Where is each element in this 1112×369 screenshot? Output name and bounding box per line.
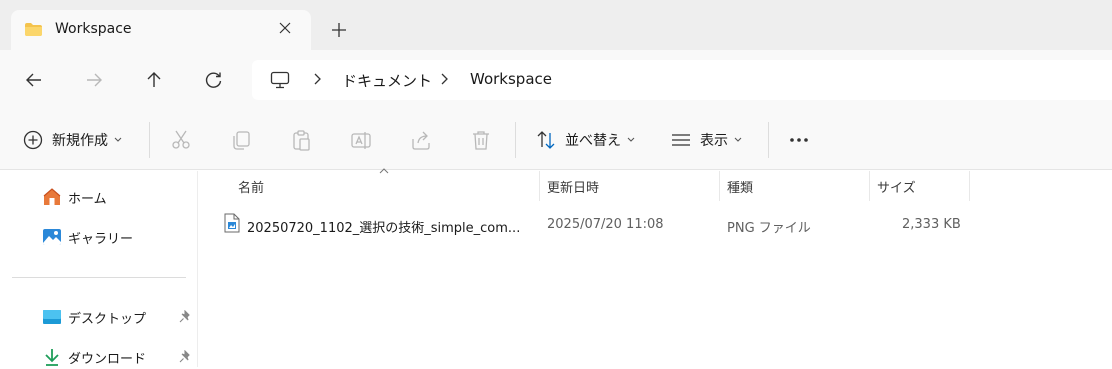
pin-icon[interactable] (178, 350, 192, 364)
file-row[interactable]: 20250720_1102_選択の技術_simple_com... 2025/0… (199, 209, 1112, 243)
column-divider[interactable] (539, 171, 540, 201)
sort-button[interactable]: 並べ替え (535, 128, 635, 152)
command-bar: 新規作成 並べ替え 表示 (0, 110, 1112, 170)
sidebar-item-desktop[interactable]: デスクトップ (42, 305, 146, 329)
sidebar-item-gallery[interactable]: ギャラリー (42, 225, 133, 249)
navigation-pane: ホーム ギャラリー デスクトップ ダウンロード (0, 171, 198, 367)
pin-icon[interactable] (178, 310, 192, 324)
share-icon[interactable] (410, 129, 432, 151)
arrow-right-icon[interactable] (84, 70, 104, 90)
new-button-label: 新規作成 (52, 133, 108, 149)
file-modified: 2025/07/20 11:08 (547, 217, 664, 232)
file-list: 名前 更新日時 種類 サイズ 20250720_1102_選択の技術_simpl… (199, 168, 1112, 367)
sort-icon (537, 131, 555, 149)
add-circle-icon (23, 130, 43, 150)
cut-icon[interactable] (170, 129, 192, 151)
toolbar-divider (515, 122, 516, 158)
breadcrumb-workspace[interactable]: Workspace (470, 70, 552, 88)
plus-icon[interactable] (330, 21, 348, 39)
close-icon[interactable] (277, 20, 293, 36)
chevron-down-icon (627, 137, 635, 142)
png-file-icon (224, 213, 240, 233)
this-pc-icon[interactable] (270, 71, 290, 89)
sort-button-label: 並べ替え (565, 133, 621, 149)
toolbar-divider (768, 122, 769, 158)
refresh-icon[interactable] (204, 70, 224, 90)
tab-workspace[interactable]: Workspace (11, 10, 311, 50)
column-header-modified[interactable]: 更新日時 (547, 171, 599, 201)
copy-icon[interactable] (230, 129, 252, 151)
arrow-up-icon[interactable] (144, 70, 164, 90)
chevron-down-icon (114, 137, 122, 142)
sidebar-item-home[interactable]: ホーム (42, 185, 107, 209)
more-icon[interactable] (788, 129, 810, 151)
sidebar-item-downloads[interactable]: ダウンロード (42, 345, 146, 369)
sidebar-item-label: ギャラリー (68, 231, 134, 247)
paste-icon[interactable] (290, 129, 312, 151)
desktop-icon (43, 310, 61, 324)
file-type: PNG ファイル (727, 221, 811, 236)
file-size: 2,333 KB (902, 217, 961, 232)
view-button[interactable]: 表示 (670, 128, 742, 152)
sidebar-item-label: デスクトップ (68, 311, 147, 327)
sidebar-item-label: ダウンロード (68, 351, 147, 367)
column-header-type[interactable]: 種類 (727, 171, 753, 201)
column-header-name[interactable]: 名前 (238, 171, 264, 201)
chevron-down-icon (734, 137, 742, 142)
rename-icon[interactable] (350, 129, 372, 151)
folder-icon (25, 23, 42, 36)
arrow-left-icon[interactable] (24, 70, 44, 90)
home-icon (43, 188, 61, 205)
address-bar[interactable]: ドキュメント Workspace (252, 60, 1112, 100)
toolbar-divider (149, 122, 150, 158)
sort-ascending-icon (379, 168, 389, 174)
gallery-icon (43, 229, 61, 245)
tab-title: Workspace (55, 21, 132, 37)
view-list-icon (672, 134, 690, 146)
column-divider[interactable] (869, 171, 870, 201)
sidebar-divider (12, 277, 186, 278)
delete-icon[interactable] (470, 129, 492, 151)
breadcrumb-documents[interactable]: ドキュメント (342, 70, 432, 91)
file-name[interactable]: 20250720_1102_選択の技術_simple_com... (247, 217, 520, 236)
tab-strip: Workspace (0, 0, 1112, 50)
new-button[interactable]: 新規作成 (22, 128, 122, 152)
column-divider[interactable] (969, 171, 970, 201)
download-icon (45, 349, 59, 366)
view-button-label: 表示 (700, 133, 728, 149)
navigation-bar: ドキュメント Workspace (0, 50, 1112, 110)
sidebar-item-label: ホーム (68, 191, 107, 207)
chevron-right-icon[interactable] (439, 71, 449, 87)
column-divider[interactable] (719, 171, 720, 201)
chevron-right-icon[interactable] (312, 71, 322, 87)
column-header-size[interactable]: サイズ (877, 171, 916, 201)
